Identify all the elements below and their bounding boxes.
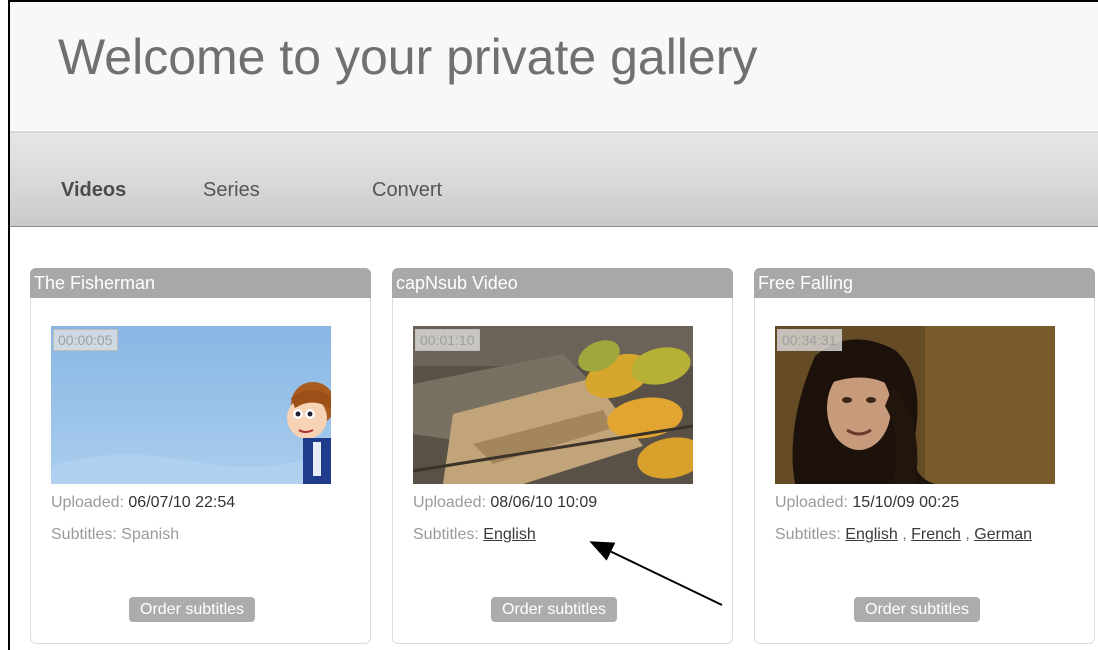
video-duration: 00:34:31 [777,329,842,351]
uploaded-info: Uploaded: 06/07/10 22:54 [51,494,235,512]
subtitles-info: Subtitles: Spanish [51,524,351,546]
uploaded-date: 08/06/10 10:09 [490,494,598,511]
header: Welcome to your private gallery [10,2,1098,130]
subtitles-label: Subtitles: [51,526,117,543]
video-title[interactable]: The Fisherman [30,268,371,298]
nav-series[interactable]: Series [203,179,260,202]
video-thumbnail[interactable]: 00:34:31 [775,326,1055,484]
subtitle-link-german[interactable]: German [974,526,1032,543]
video-card: Free Falling 00:34:31 Uploaded: 15/10/09… [754,268,1095,644]
main-nav: Videos Series Convert [10,131,1098,227]
subtitle-link-english[interactable]: English [483,526,535,543]
video-title[interactable]: capNsub Video [392,268,733,298]
subtitle-language: Spanish [121,526,180,543]
subtitle-separator: , [965,526,970,543]
video-duration: 00:01:10 [415,329,480,351]
gallery-page: Welcome to your private gallery Videos S… [8,0,1098,650]
uploaded-info: Uploaded: 08/06/10 10:09 [413,494,597,512]
video-card: capNsub Video 00:01:10 Uploaded: 08/06/1… [392,268,733,644]
subtitle-link-english[interactable]: English [845,526,897,543]
subtitles-label: Subtitles: [413,526,479,543]
uploaded-info: Uploaded: 15/10/09 00:25 [775,494,959,512]
uploaded-date: 06/07/10 22:54 [128,494,236,511]
order-subtitles-button[interactable]: Order subtitles [491,597,618,622]
subtitle-separator: , [902,526,907,543]
nav-convert[interactable]: Convert [372,179,442,202]
video-thumbnail[interactable]: 00:00:05 [51,326,331,484]
page-title: Welcome to your private gallery [58,29,758,85]
subtitles-label: Subtitles: [775,526,841,543]
subtitles-info: Subtitles: English [413,524,713,546]
uploaded-label: Uploaded: [775,494,848,511]
order-subtitles-button[interactable]: Order subtitles [854,597,981,622]
uploaded-label: Uploaded: [51,494,124,511]
subtitle-link-french[interactable]: French [911,526,961,543]
video-card: The Fisherman 00:00:05 Uploaded: 06/07/1… [30,268,371,644]
nav-videos[interactable]: Videos [61,179,126,202]
uploaded-label: Uploaded: [413,494,486,511]
order-subtitles-button[interactable]: Order subtitles [129,597,256,622]
subtitles-info: Subtitles: English , French , German [775,524,1075,546]
video-duration: 00:00:05 [53,329,118,351]
uploaded-date: 15/10/09 00:25 [852,494,960,511]
video-thumbnail[interactable]: 00:01:10 [413,326,693,484]
video-title[interactable]: Free Falling [754,268,1095,298]
